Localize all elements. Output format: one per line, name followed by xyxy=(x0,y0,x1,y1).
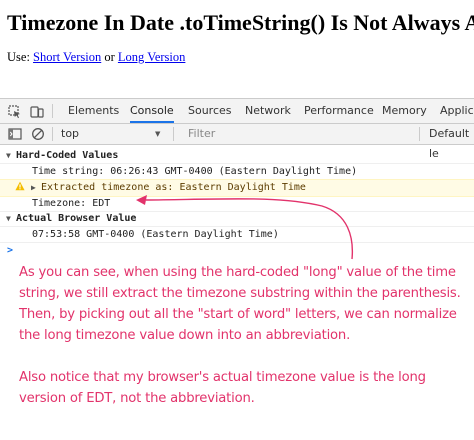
context-selector[interactable]: top xyxy=(61,124,79,144)
timezone-log: Timezone: EDT xyxy=(32,198,111,209)
warning-icon xyxy=(15,180,25,195)
annotation-paragraph-2: Also notice that my browser's actual tim… xyxy=(19,370,426,406)
group-label: Actual Browser Value xyxy=(16,213,137,224)
collapse-triangle-icon[interactable]: ▼ xyxy=(6,148,16,163)
prompt-chevron-icon: > xyxy=(7,245,14,256)
toolbar-divider xyxy=(419,127,420,141)
toolbar-divider xyxy=(52,127,53,141)
tab-performance[interactable]: Performance xyxy=(304,99,374,123)
tab-console[interactable]: Console xyxy=(130,99,174,123)
tab-memory[interactable]: Memory xyxy=(382,99,427,123)
annotation-paragraph-1: As you can see, when using the hard-code… xyxy=(19,265,461,343)
annotation-text: As you can see, when using the hard-code… xyxy=(19,262,467,409)
console-log-row: 07:53:58 GMT-0400 (Eastern Daylight Time… xyxy=(0,227,474,243)
long-version-link[interactable]: Long Version xyxy=(118,50,185,64)
or-text: or xyxy=(104,50,115,64)
tab-elements[interactable]: Elements xyxy=(68,99,119,123)
group-label: Hard-Coded Values xyxy=(16,150,119,161)
toolbar-divider xyxy=(173,127,174,141)
console-filter-bar: top ▼ Filter Default le xyxy=(0,124,474,160)
console-log-row: Time string: 06:26:43 GMT-0400 (Eastern … xyxy=(0,164,474,180)
use-label: Use: xyxy=(7,50,30,64)
page-title: Timezone In Date .toTimeString() Is Not … xyxy=(7,10,474,35)
filter-input[interactable]: Filter xyxy=(188,124,215,144)
console-prompt[interactable]: > xyxy=(0,243,474,258)
dropdown-arrow-icon[interactable]: ▼ xyxy=(155,130,160,138)
toolbar-divider xyxy=(52,104,53,118)
console-warning-row[interactable]: ▶ Extracted timezone as: Eastern Dayligh… xyxy=(0,179,474,197)
collapse-triangle-icon[interactable]: ▼ xyxy=(6,211,16,226)
console-group-browser[interactable]: ▼ Actual Browser Value xyxy=(0,211,474,227)
browser-value-log: 07:53:58 GMT-0400 (Eastern Daylight Time… xyxy=(32,229,279,240)
short-version-link[interactable]: Short Version xyxy=(33,50,101,64)
console-group-hardcoded[interactable]: ▼ Hard-Coded Values xyxy=(0,148,474,164)
expand-triangle-icon[interactable]: ▶ xyxy=(31,180,36,195)
extracted-timezone-warning: Extracted timezone as: Eastern Daylight … xyxy=(41,182,306,193)
console-log-row: Timezone: EDT xyxy=(0,196,474,212)
tab-network[interactable]: Network xyxy=(245,99,291,123)
time-string-log: Time string: 06:26:43 GMT-0400 (Eastern … xyxy=(32,166,358,177)
tab-sources[interactable]: Sources xyxy=(188,99,232,123)
version-links: Use: Short Version or Long Version xyxy=(7,50,185,65)
tab-application[interactable]: Applica xyxy=(440,99,474,123)
devtools-tab-bar: Elements Console Sources Network Perform… xyxy=(0,99,474,124)
